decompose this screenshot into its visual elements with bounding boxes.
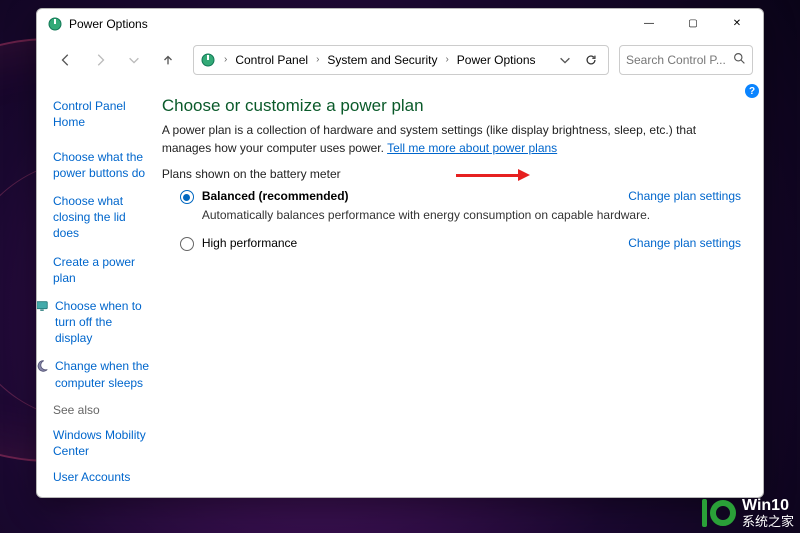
monitor-icon — [37, 299, 49, 313]
address-bar[interactable]: › Control Panel › System and Security › … — [193, 45, 609, 75]
power-options-window: Power Options — ▢ ✕ › Control Panel › Sy… — [36, 8, 764, 498]
window-title: Power Options — [69, 17, 148, 31]
plan-balanced-label[interactable]: Balanced (recommended) — [202, 189, 349, 203]
plan-high-performance: High performance Change plan settings — [180, 236, 741, 251]
see-also-label: See also — [53, 403, 150, 417]
sidebar-link-computer-sleeps[interactable]: Change when the computer sleeps — [37, 358, 150, 390]
plan-high-performance-label[interactable]: High performance — [202, 236, 297, 250]
sidebar-link-closing-lid[interactable]: Choose what closing the lid does — [53, 193, 150, 242]
plans-section-label: Plans shown on the battery meter — [162, 167, 741, 181]
address-dropdown-button[interactable] — [554, 49, 576, 71]
plan-balanced-radio[interactable] — [180, 190, 194, 204]
power-options-icon — [47, 16, 63, 32]
annotation-arrow — [456, 169, 530, 181]
power-options-icon — [200, 52, 216, 68]
breadcrumb-control-panel[interactable]: Control Panel — [231, 51, 312, 69]
sidebar-link-create-plan[interactable]: Create a power plan — [53, 254, 150, 286]
minimize-button[interactable]: — — [627, 10, 671, 38]
plan-balanced-desc: Automatically balances performance with … — [202, 208, 741, 222]
breadcrumb-system-security[interactable]: System and Security — [323, 51, 441, 69]
search-placeholder: Search Control P... — [626, 53, 726, 67]
watermark-logo-icon — [702, 499, 736, 527]
learn-more-link[interactable]: Tell me more about power plans — [387, 141, 557, 155]
sidebar-link-turn-off-display[interactable]: Choose when to turn off the display — [37, 298, 150, 347]
moon-icon — [37, 359, 49, 373]
maximize-button[interactable]: ▢ — [671, 10, 715, 38]
search-icon — [733, 52, 746, 68]
chevron-right-icon[interactable]: › — [443, 54, 450, 65]
page-description: A power plan is a collection of hardware… — [162, 122, 741, 157]
sidebar-link-mobility-center[interactable]: Windows Mobility Center — [53, 427, 150, 459]
close-button[interactable]: ✕ — [715, 10, 759, 38]
search-input[interactable]: Search Control P... — [619, 45, 753, 75]
navbar: › Control Panel › System and Security › … — [37, 39, 763, 83]
recent-dropdown-button[interactable] — [119, 45, 149, 75]
up-button[interactable] — [153, 45, 183, 75]
plan-high-performance-radio[interactable] — [180, 237, 194, 251]
page-heading: Choose or customize a power plan — [162, 96, 741, 116]
watermark: Win10 系统之家 — [702, 497, 794, 529]
change-plan-settings-high-performance[interactable]: Change plan settings — [628, 236, 741, 250]
watermark-text: Win10 系统之家 — [742, 497, 794, 529]
main-panel: ? Choose or customize a power plan A pow… — [156, 82, 763, 497]
sidebar: Control Panel Home Choose what the power… — [37, 82, 156, 497]
sidebar-link-user-accounts[interactable]: User Accounts — [53, 469, 150, 485]
back-button[interactable] — [51, 45, 81, 75]
chevron-right-icon[interactable]: › — [222, 54, 229, 65]
change-plan-settings-balanced[interactable]: Change plan settings — [628, 189, 741, 203]
breadcrumb-power-options[interactable]: Power Options — [453, 51, 540, 69]
help-icon[interactable]: ? — [745, 84, 759, 98]
chevron-right-icon[interactable]: › — [314, 54, 321, 65]
plan-balanced: Balanced (recommended) Change plan setti… — [180, 189, 741, 222]
sidebar-link-power-buttons[interactable]: Choose what the power buttons do — [53, 149, 150, 181]
forward-button[interactable] — [85, 45, 115, 75]
sidebar-control-panel-home[interactable]: Control Panel Home — [53, 98, 150, 130]
titlebar: Power Options — ▢ ✕ — [37, 9, 763, 39]
refresh-button[interactable] — [578, 49, 604, 71]
content-area: Control Panel Home Choose what the power… — [37, 82, 763, 497]
